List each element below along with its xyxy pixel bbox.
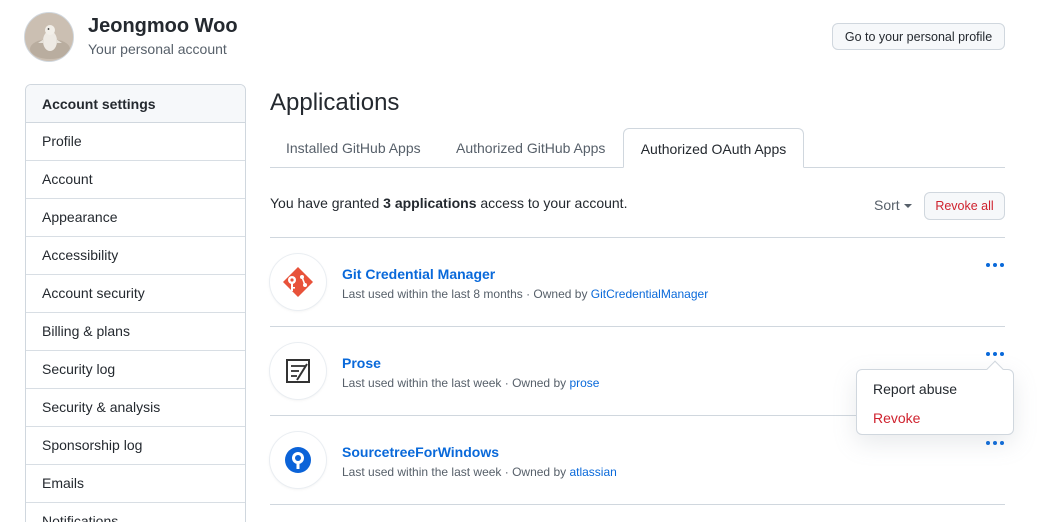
- sidebar-item-notifications[interactable]: Notifications: [26, 503, 245, 522]
- app-name-prose[interactable]: Prose: [342, 355, 381, 371]
- prose-icon: [270, 343, 326, 399]
- kebab-menu-icon[interactable]: [986, 259, 1008, 271]
- revoke-menu-item[interactable]: Revoke: [873, 410, 920, 426]
- revoke-all-button[interactable]: Revoke all: [924, 192, 1005, 220]
- granted-count: 3 applications: [383, 195, 477, 211]
- app-meta: Last used within the last 8 months · Own…: [342, 287, 708, 301]
- granted-suffix: access to your account.: [476, 195, 628, 211]
- app-usage: Last used within the last week · Owned b…: [342, 465, 570, 479]
- sort-label: Sort: [874, 197, 900, 213]
- app-name-sourcetree[interactable]: SourcetreeForWindows: [342, 444, 499, 460]
- sidebar-item-security-log[interactable]: Security log: [26, 351, 245, 389]
- sort-dropdown[interactable]: Sort: [874, 197, 912, 213]
- caret-down-icon: [903, 204, 912, 209]
- sidebar-item-billing[interactable]: Billing & plans: [26, 313, 245, 351]
- granted-prefix: You have granted: [270, 195, 384, 211]
- tab-authorized-oauth-apps[interactable]: Authorized OAuth Apps: [623, 128, 804, 168]
- app-name-git-credential-manager[interactable]: Git Credential Manager: [342, 266, 495, 282]
- sidebar-item-security-analysis[interactable]: Security & analysis: [26, 389, 245, 427]
- report-abuse-menu-item[interactable]: Report abuse: [873, 381, 957, 397]
- app-meta: Last used within the last week · Owned b…: [342, 376, 599, 390]
- page-title: Applications: [270, 89, 400, 116]
- app-actions-menu: Report abuse Revoke: [856, 369, 1014, 435]
- app-meta: Last used within the last week · Owned b…: [342, 465, 617, 479]
- user-subtitle: Your personal account: [88, 41, 227, 57]
- list-divider: [270, 326, 1005, 327]
- go-to-profile-button[interactable]: Go to your personal profile: [832, 23, 1005, 50]
- kebab-menu-icon[interactable]: [986, 348, 1008, 360]
- app-owner-link[interactable]: GitCredentialManager: [591, 287, 708, 301]
- sidebar-item-account[interactable]: Account: [26, 161, 245, 199]
- sidebar-item-sponsorship-log[interactable]: Sponsorship log: [26, 427, 245, 465]
- app-owner-link[interactable]: atlassian: [569, 465, 616, 479]
- sidebar-item-accessibility[interactable]: Accessibility: [26, 237, 245, 275]
- avatar[interactable]: [24, 12, 74, 62]
- settings-sidebar: Account settings Profile Account Appeara…: [25, 84, 246, 522]
- granted-summary: You have granted 3 applications access t…: [270, 195, 627, 211]
- sidebar-heading: Account settings: [26, 85, 245, 123]
- sidebar-item-account-security[interactable]: Account security: [26, 275, 245, 313]
- sidebar-item-profile[interactable]: Profile: [26, 123, 245, 161]
- sidebar-item-appearance[interactable]: Appearance: [26, 199, 245, 237]
- tab-installed-github-apps[interactable]: Installed GitHub Apps: [270, 128, 437, 168]
- git-credential-manager-icon: [270, 254, 326, 310]
- app-owner-link[interactable]: prose: [569, 376, 599, 390]
- app-usage: Last used within the last week · Owned b…: [342, 376, 570, 390]
- app-usage: Last used within the last 8 months · Own…: [342, 287, 591, 301]
- kebab-menu-icon[interactable]: [986, 437, 1008, 449]
- sourcetree-icon: [270, 432, 326, 488]
- user-name[interactable]: Jeongmoo Woo: [88, 15, 238, 38]
- tab-authorized-github-apps[interactable]: Authorized GitHub Apps: [440, 128, 621, 168]
- list-divider: [270, 237, 1005, 238]
- sidebar-item-emails[interactable]: Emails: [26, 465, 245, 503]
- list-divider: [270, 504, 1005, 505]
